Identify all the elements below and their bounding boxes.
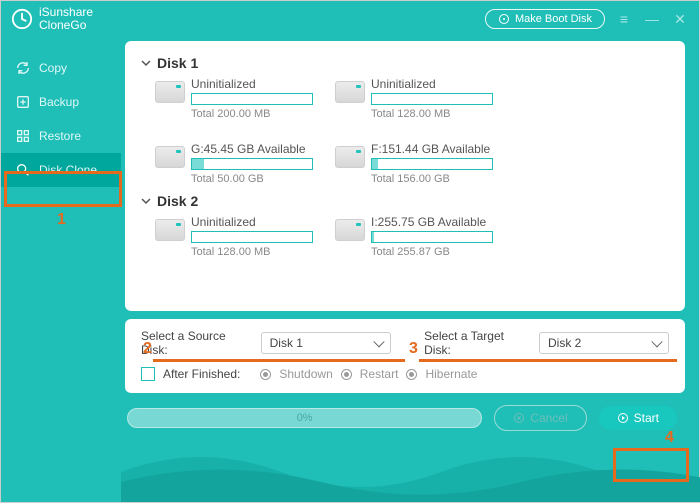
logo-icon [11, 8, 33, 30]
after-finished-checkbox[interactable] [141, 367, 155, 381]
decoration-hills [121, 432, 700, 502]
partition-total: Total 128.00 MB [191, 246, 313, 258]
partition[interactable]: Uninitialized Total 128.00 MB [155, 215, 313, 258]
after-finished-label: After Finished: [163, 367, 240, 381]
main-area: Disk 1UninitializedTotal 200.00 MBUninit… [121, 1, 699, 502]
app-title-2: CloneGo [39, 19, 93, 32]
partition-label: F:151.44 GB Available [371, 142, 493, 156]
hibernate-label: Hibernate [425, 367, 477, 381]
partition[interactable]: Uninitialized Total 200.00 MB [155, 77, 313, 120]
plus-box-icon [15, 94, 31, 110]
app-window: iSunshare CloneGo Make Boot Disk ≡ — ✕ C… [0, 0, 700, 503]
sidebar-item-copy[interactable]: Copy [1, 51, 121, 85]
target-disk-select[interactable]: Disk 2 [539, 332, 669, 354]
progress-bar: 0% [127, 408, 482, 428]
drive-icon [335, 81, 365, 103]
partition-total: Total 200.00 MB [191, 108, 313, 120]
partition[interactable]: I:255.75 GB Available Total 255.87 GB [335, 215, 493, 258]
grid-icon [15, 128, 31, 144]
partition-total: Total 255.87 GB [371, 246, 493, 258]
sidebar-item-label: Disk Clone [39, 163, 97, 177]
source-disk-label: Select a Source Disk: [141, 329, 253, 357]
sidebar: Copy Backup Restore Disk Clone [1, 1, 121, 502]
restart-label: Restart [360, 367, 399, 381]
options-panel: Select a Source Disk: Disk 1 Select a Ta… [125, 319, 685, 393]
usage-bar [371, 231, 493, 243]
play-circle-icon [617, 412, 629, 424]
sidebar-item-label: Restore [39, 129, 81, 143]
drive-icon [155, 81, 185, 103]
drive-icon [335, 219, 365, 241]
usage-bar [191, 93, 313, 105]
disk-header[interactable]: Disk 1 [141, 55, 669, 71]
shutdown-radio[interactable] [260, 369, 271, 380]
sidebar-item-backup[interactable]: Backup [1, 85, 121, 119]
drive-icon [155, 219, 185, 241]
disk-header[interactable]: Disk 2 [141, 193, 669, 209]
usage-bar [371, 93, 493, 105]
source-disk-select[interactable]: Disk 1 [261, 332, 391, 354]
target-disk-label: Select a Target Disk: [424, 329, 531, 357]
drive-icon [335, 146, 365, 168]
search-disk-icon [15, 162, 31, 178]
app-logo: iSunshare CloneGo [11, 6, 93, 31]
partition-label: I:255.75 GB Available [371, 215, 493, 229]
chevron-down-icon [141, 196, 151, 206]
drive-icon [155, 146, 185, 168]
sidebar-item-disk-clone[interactable]: Disk Clone [1, 153, 121, 187]
sidebar-item-label: Backup [39, 95, 79, 109]
partition-total: Total 50.00 GB [191, 173, 313, 185]
partition-label: Uninitialized [191, 77, 313, 91]
usage-bar [191, 158, 313, 170]
partition-label: G:45.45 GB Available [191, 142, 313, 156]
refresh-icon [15, 60, 31, 76]
partition[interactable]: G:45.45 GB Available Total 50.00 GB [155, 142, 313, 185]
x-circle-icon [513, 412, 525, 424]
usage-bar [371, 158, 493, 170]
start-button[interactable]: Start [599, 406, 677, 430]
partition-total: Total 128.00 MB [371, 108, 493, 120]
partition-total: Total 156.00 GB [371, 173, 493, 185]
cancel-button[interactable]: Cancel [494, 405, 586, 431]
hibernate-radio[interactable] [406, 369, 417, 380]
footer-bar: 0% Cancel Start [125, 401, 685, 435]
usage-bar [191, 231, 313, 243]
chevron-down-icon [141, 58, 151, 68]
partition[interactable]: Uninitialized Total 128.00 MB [335, 77, 493, 120]
partition-label: Uninitialized [371, 77, 493, 91]
shutdown-label: Shutdown [279, 367, 332, 381]
sidebar-item-restore[interactable]: Restore [1, 119, 121, 153]
partition-label: Uninitialized [191, 215, 313, 229]
restart-radio[interactable] [341, 369, 352, 380]
disks-panel: Disk 1UninitializedTotal 200.00 MBUninit… [125, 41, 685, 311]
sidebar-item-label: Copy [39, 61, 67, 75]
partition[interactable]: F:151.44 GB Available Total 156.00 GB [335, 142, 493, 185]
